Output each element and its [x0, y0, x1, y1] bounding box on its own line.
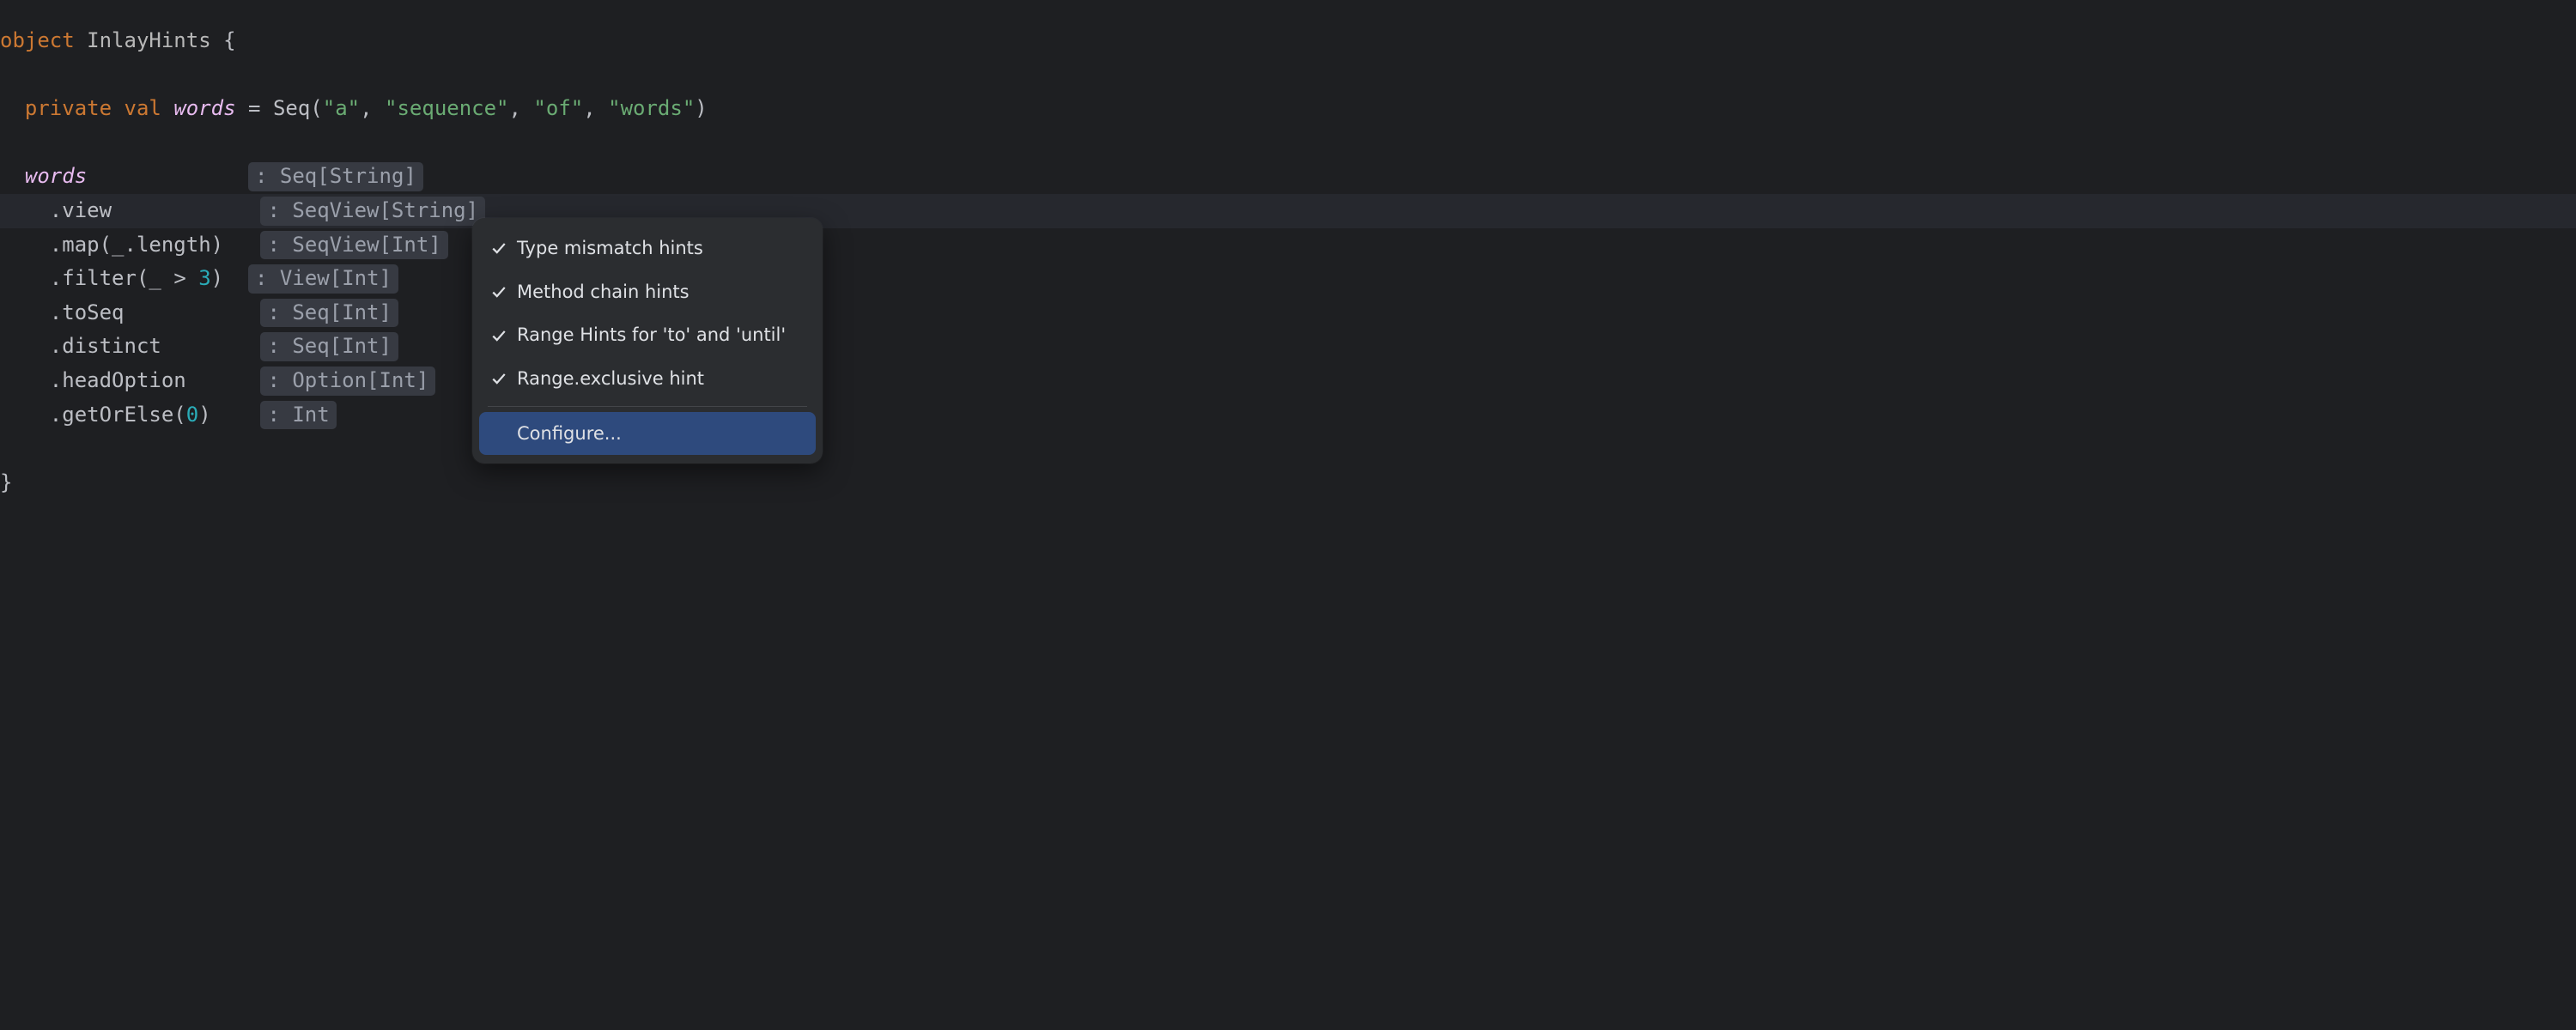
string-literal: "sequence" [385, 96, 509, 120]
keyword-object: object [0, 28, 75, 52]
menu-item-method-chain[interactable]: Method chain hints [479, 270, 816, 314]
code-line-blank [0, 126, 2576, 161]
method-view: .view [50, 198, 112, 222]
menu-separator [488, 406, 807, 407]
method-map: .map [50, 233, 100, 257]
menu-item-type-mismatch[interactable]: Type mismatch hints [479, 227, 816, 270]
code-line-blank [0, 58, 2576, 93]
code-line: .distinct : Seq[Int] [0, 330, 2576, 364]
code-line: private val words = Seq("a", "sequence",… [0, 92, 2576, 126]
keyword-private: private [25, 96, 112, 120]
brace-close: } [0, 470, 12, 494]
brace-open: { [223, 28, 235, 52]
menu-item-label: Type mismatch hints [517, 233, 703, 264]
menu-item-range-hints[interactable]: Range Hints for 'to' and 'until' [479, 313, 816, 357]
code-line: .toSeq : Seq[Int] [0, 296, 2576, 330]
identifier-words-ref: words [25, 164, 87, 188]
keyword-val: val [125, 96, 161, 120]
inlay-hint-type[interactable]: : Int [260, 401, 336, 430]
menu-item-label: Range Hints for 'to' and 'until' [517, 320, 786, 350]
equals-op: = [248, 96, 260, 120]
method-getOrElse: .getOrElse [50, 403, 174, 427]
identifier-words: words [173, 96, 235, 120]
menu-item-range-exclusive[interactable]: Range.exclusive hint [479, 357, 816, 401]
code-line: .getOrElse(0) : Int [0, 398, 2576, 433]
code-line: .filter(_ > 3) : View[Int] [0, 262, 2576, 296]
code-line: .map(_.length) : SeqView[Int] [0, 228, 2576, 263]
string-literal: "of" [533, 96, 583, 120]
number-literal: 0 [186, 403, 198, 427]
inlay-hint-type[interactable]: : Option[Int] [260, 367, 435, 396]
method-headOption: .headOption [50, 368, 186, 392]
check-icon [491, 284, 508, 300]
inlay-hint-type[interactable]: : SeqView[Int] [260, 231, 447, 260]
method-filter: .filter [50, 266, 137, 290]
code-line: words : Seq[String] [0, 160, 2576, 194]
code-line-blank [0, 432, 2576, 466]
code-line: } [0, 466, 2576, 500]
menu-item-label: Method chain hints [517, 277, 690, 307]
seq-call: Seq [273, 96, 310, 120]
type-name: InlayHints [87, 28, 211, 52]
inlay-hint-type[interactable]: : SeqView[String] [260, 197, 485, 226]
check-icon [491, 328, 508, 343]
string-literal: "words" [608, 96, 695, 120]
check-icon [491, 371, 508, 386]
inlay-hint-type[interactable]: : Seq[Int] [260, 299, 398, 328]
code-line-highlighted: .view : SeqView[String] [0, 194, 2576, 228]
inlay-hint-type[interactable]: : View[Int] [248, 264, 398, 294]
inlay-hint-type[interactable]: : Seq[String] [248, 162, 423, 191]
check-icon [491, 240, 508, 256]
string-literal: "a" [323, 96, 360, 120]
method-toSeq: .toSeq [50, 300, 125, 324]
number-literal: 3 [198, 266, 210, 290]
code-line: .headOption : Option[Int] [0, 364, 2576, 398]
code-editor[interactable]: object InlayHints { private val words = … [0, 24, 2576, 500]
inlay-hint-type[interactable]: : Seq[Int] [260, 332, 398, 361]
inlay-hints-context-menu: Type mismatch hints Method chain hints R… [472, 218, 823, 464]
method-distinct: .distinct [50, 334, 161, 358]
menu-item-configure[interactable]: Configure... [479, 412, 816, 456]
menu-item-label: Configure... [517, 419, 622, 449]
code-line: object InlayHints { [0, 24, 2576, 58]
menu-item-label: Range.exclusive hint [517, 364, 704, 394]
